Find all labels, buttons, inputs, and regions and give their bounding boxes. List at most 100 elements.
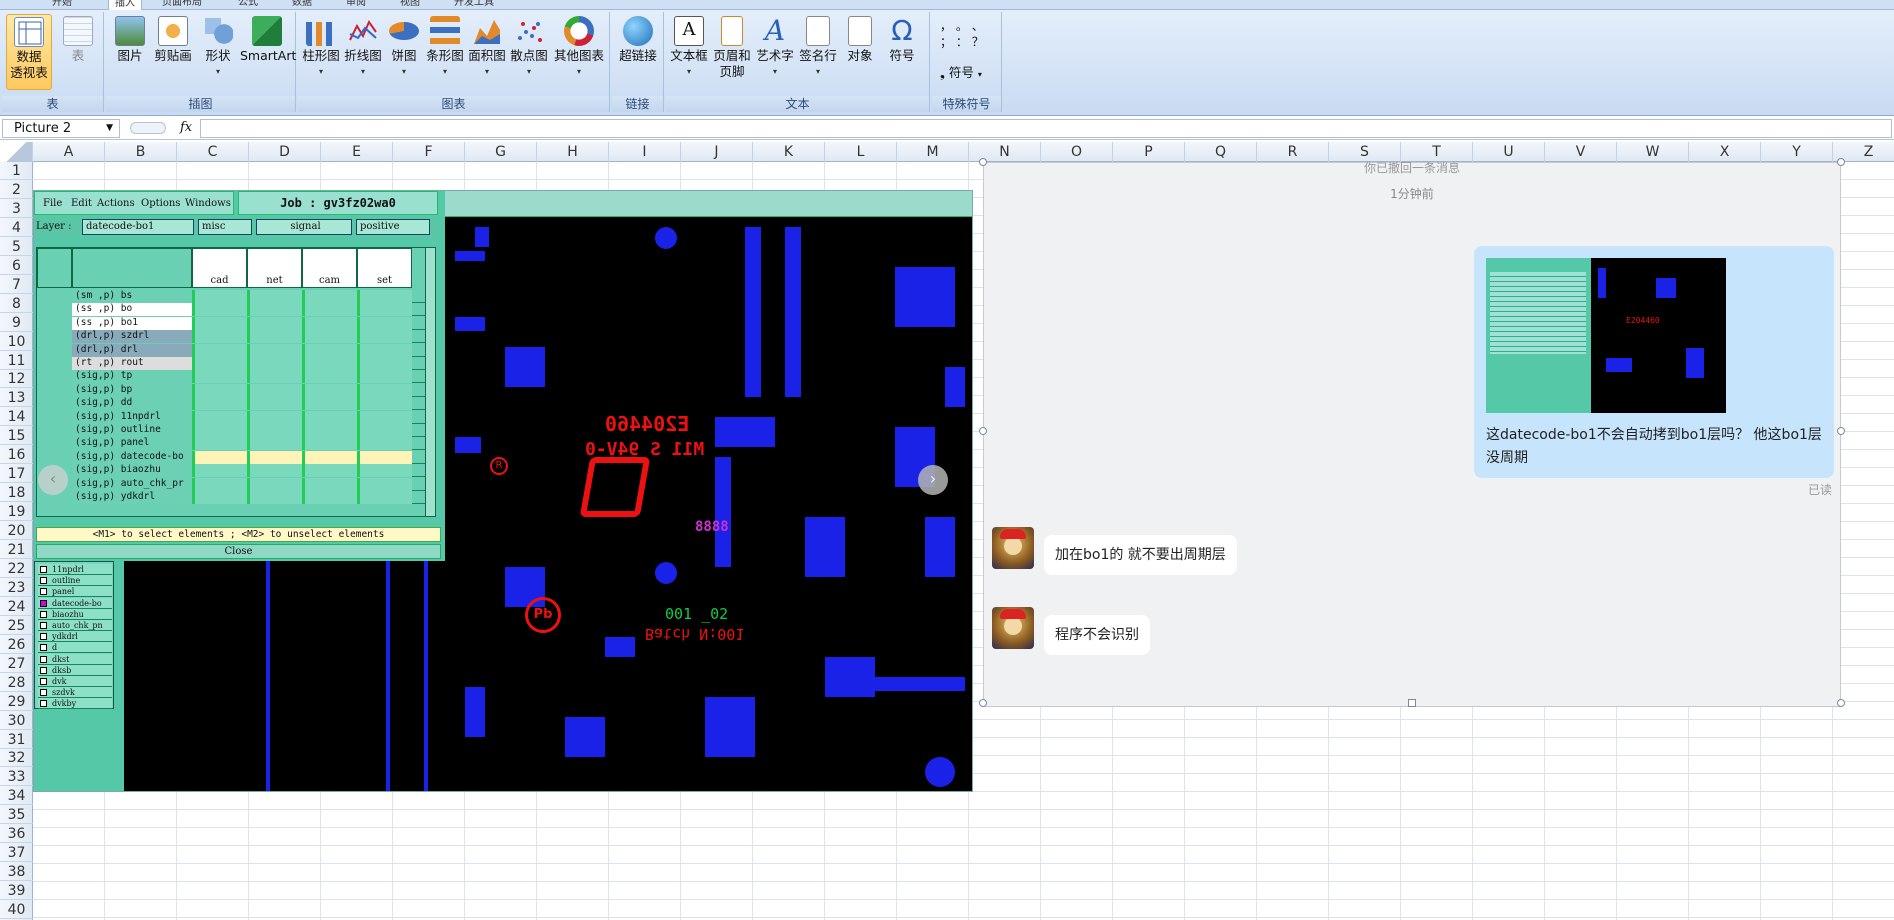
matrix-cell[interactable] — [357, 343, 412, 357]
row-header[interactable]: 5 — [0, 238, 33, 256]
column-header[interactable]: J — [681, 142, 753, 162]
layer-list-item[interactable]: biaozhu — [38, 608, 112, 620]
layer-list-item[interactable]: outline — [38, 575, 112, 587]
matrix-cell[interactable] — [192, 410, 247, 424]
wordart-button[interactable]: A 艺术字 ▾ — [754, 14, 796, 80]
column-header[interactable]: A — [33, 142, 105, 162]
row-header[interactable]: 34 — [0, 787, 33, 806]
cam-menu-edit[interactable]: Edit — [71, 198, 92, 209]
message-image-thumbnail[interactable]: E204460 — [1486, 258, 1726, 413]
fx-icon[interactable]: fx — [180, 120, 192, 135]
name-box-dropdown-icon[interactable]: ▼ — [106, 120, 113, 137]
matrix-cell[interactable] — [302, 357, 357, 370]
matrix-cell[interactable] — [357, 383, 412, 397]
cam-dropdown-signal[interactable]: signal — [256, 219, 352, 235]
layer-list-item[interactable]: d — [38, 642, 112, 654]
matrix-row[interactable]: (sig,p) biaozhu — [72, 464, 427, 478]
matrix-cell[interactable] — [192, 303, 247, 317]
matrix-cell[interactable] — [302, 303, 357, 317]
row-header[interactable]: 9 — [0, 314, 33, 332]
matrix-row[interactable]: (ss ,p) bo1 — [72, 316, 427, 330]
matrix-cell[interactable] — [302, 316, 357, 330]
symbol-comma[interactable]: ， — [940, 19, 952, 33]
matrix-cell[interactable] — [247, 437, 302, 451]
prev-image-button[interactable]: ‹ — [38, 465, 68, 495]
layer-list-item[interactable]: dvk — [38, 676, 112, 687]
row-header[interactable]: 11 — [0, 352, 33, 370]
resize-handle[interactable] — [1408, 699, 1416, 707]
column-header[interactable]: E — [321, 142, 393, 162]
resize-handle[interactable] — [1837, 427, 1845, 435]
layer-checkbox[interactable] — [40, 700, 47, 708]
matrix-cell[interactable] — [192, 370, 247, 384]
symbol-semicolon[interactable]: ； — [940, 35, 952, 49]
row-header[interactable]: 27 — [0, 655, 33, 673]
row-header[interactable]: 8 — [0, 295, 33, 313]
layer-checkbox[interactable] — [40, 678, 47, 685]
matrix-row[interactable]: (sig,p) panel — [72, 437, 427, 451]
matrix-cell[interactable] — [357, 357, 412, 370]
column-header[interactable]: K — [753, 142, 825, 162]
layer-list-item[interactable]: dkst — [38, 653, 112, 665]
cam-layer-field[interactable]: datecode-bo1 — [82, 219, 194, 235]
row-header[interactable]: 22 — [0, 560, 33, 578]
cam-menu-windows[interactable]: Windows — [185, 198, 231, 209]
matrix-cell[interactable] — [302, 397, 357, 411]
layer-checkbox[interactable] — [40, 655, 47, 663]
column-header[interactable]: I — [609, 142, 681, 162]
symbol-colon[interactable]: ： — [956, 35, 968, 49]
resize-handle[interactable] — [1837, 699, 1845, 707]
matrix-cell[interactable] — [192, 343, 247, 357]
layer-list-item[interactable]: 11npdrl — [38, 564, 112, 575]
layer-checkbox[interactable] — [40, 644, 47, 652]
row-header[interactable]: 26 — [0, 636, 33, 654]
matrix-cell[interactable] — [302, 477, 357, 491]
tab-developer[interactable]: 开发工具 — [454, 0, 494, 10]
matrix-cell[interactable] — [357, 437, 412, 451]
matrix-cell[interactable] — [247, 383, 302, 397]
matrix-cell[interactable] — [357, 491, 412, 504]
symbol-period[interactable]: 。 — [956, 19, 968, 33]
row-header[interactable]: 23 — [0, 579, 33, 597]
matrix-cell[interactable] — [192, 397, 247, 411]
tab-home[interactable]: 开始 — [52, 0, 72, 10]
scatter-chart-button[interactable]: 散点图 ▾ — [508, 14, 550, 80]
header-footer-button[interactable]: 页眉和 页脚 — [710, 14, 754, 80]
row-header[interactable]: 33 — [0, 768, 33, 787]
column-header[interactable]: M — [897, 142, 969, 162]
matrix-cell[interactable] — [247, 477, 302, 491]
cam-menu-options[interactable]: Options — [141, 198, 180, 209]
matrix-cell[interactable] — [192, 437, 247, 451]
layer-list-item[interactable]: datecode-bo — [38, 597, 112, 609]
matrix-scrollbar[interactable] — [425, 248, 435, 516]
matrix-cell[interactable] — [247, 410, 302, 424]
chat-screenshot[interactable]: 你已撤回一条消息 1分钟前 E204460 这datecode-bo1不会自动拷… — [983, 161, 1841, 707]
matrix-cell[interactable] — [247, 303, 302, 317]
other-chart-button[interactable]: 其他图表 ▾ — [552, 14, 606, 80]
row-header[interactable]: 1 — [0, 162, 33, 180]
matrix-row[interactable]: (sig,p) ydkdrl — [72, 491, 427, 504]
matrix-cell[interactable] — [247, 343, 302, 357]
matrix-cell[interactable] — [302, 410, 357, 424]
row-header[interactable]: 15 — [0, 427, 33, 446]
hyperlink-button[interactable]: 超链接 — [616, 14, 660, 64]
row-header[interactable]: 20 — [0, 522, 33, 541]
layer-checkbox[interactable] — [40, 577, 47, 585]
tab-insert[interactable]: 插入 — [108, 0, 142, 10]
matrix-row[interactable]: (sig,p) auto_chk_pr — [72, 477, 427, 491]
embedded-picture[interactable]: File Edit Actions Options Windows Job : … — [33, 190, 973, 792]
row-header[interactable]: 25 — [0, 617, 33, 635]
cam-dropdown-positive[interactable]: positive — [356, 219, 430, 235]
next-image-button[interactable]: › — [918, 465, 948, 495]
matrix-cell[interactable] — [247, 424, 302, 437]
tab-view[interactable]: 视图 — [400, 0, 420, 10]
layer-list-item[interactable]: dvkby — [38, 698, 112, 710]
matrix-row[interactable]: (drl,p) szdrl — [72, 330, 427, 344]
matrix-cell[interactable] — [357, 290, 412, 303]
matrix-cell[interactable] — [247, 330, 302, 344]
layer-list-item[interactable]: ydkdrl — [38, 631, 112, 643]
cam-menu-actions[interactable]: Actions — [97, 198, 135, 209]
matrix-row[interactable]: (sig,p) outline — [72, 424, 427, 437]
resize-handle[interactable] — [979, 699, 987, 707]
matrix-row[interactable]: (sig,p) bp — [72, 383, 427, 397]
